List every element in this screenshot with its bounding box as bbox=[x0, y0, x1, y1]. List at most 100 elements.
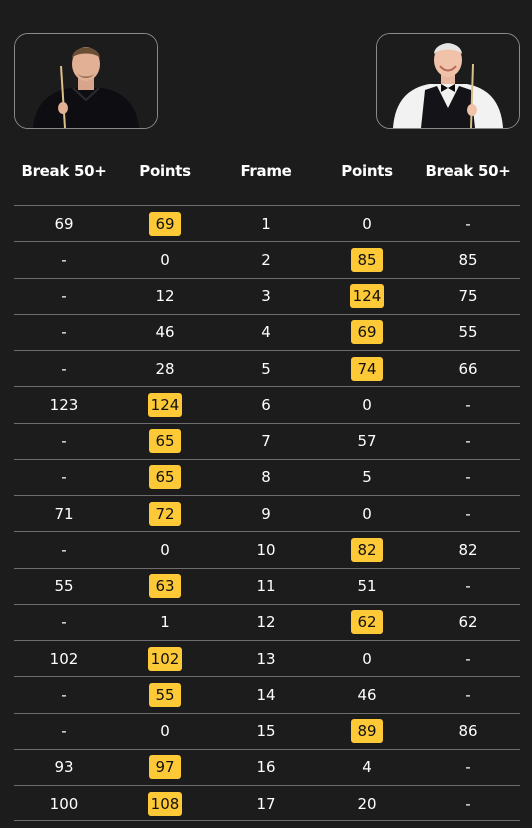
table-row: - 55 14 46 - bbox=[14, 676, 520, 712]
player-left-photo bbox=[14, 33, 158, 129]
left-points-cell: 63 bbox=[115, 569, 215, 605]
frame-number: 8 bbox=[261, 468, 271, 487]
left-break-cell: - bbox=[14, 714, 114, 750]
left-points-cell: 0 bbox=[115, 714, 215, 750]
frame-number-cell: 13 bbox=[216, 641, 316, 677]
frame-number: 3 bbox=[261, 287, 271, 305]
frame-number: 14 bbox=[256, 685, 276, 704]
frame-number-cell: 5 bbox=[216, 351, 316, 387]
left-break: 123 bbox=[49, 395, 79, 414]
frame-number: 12 bbox=[256, 613, 276, 632]
left-break: 71 bbox=[54, 504, 74, 523]
frame-number-cell: 17 bbox=[216, 786, 316, 822]
right-break: 86 bbox=[458, 722, 478, 740]
left-points-cell: 65 bbox=[115, 424, 215, 460]
left-points-cell: 72 bbox=[115, 496, 215, 532]
left-points-winner-badge: 72 bbox=[149, 501, 181, 526]
right-break-cell: 66 bbox=[418, 351, 518, 387]
right-break: 66 bbox=[458, 359, 478, 378]
left-points-cell: 108 bbox=[115, 786, 215, 822]
table-row: 100 108 17 20 - bbox=[14, 785, 520, 822]
right-break-cell: - bbox=[418, 641, 518, 677]
table-row: - 65 7 57 - bbox=[14, 422, 520, 460]
left-break-cell: - bbox=[14, 351, 114, 387]
frame-number-cell: 1 bbox=[216, 206, 316, 242]
left-points-cell: 0 bbox=[115, 532, 215, 568]
left-break-cell: - bbox=[14, 242, 114, 278]
right-points-cell: 62 bbox=[317, 605, 417, 641]
left-points-cell: 65 bbox=[115, 460, 215, 496]
right-points-winner-badge: 62 bbox=[351, 610, 383, 635]
frame-number-cell: 9 bbox=[216, 496, 316, 532]
frame-number: 7 bbox=[261, 432, 271, 450]
frame-number-cell: 3 bbox=[216, 279, 316, 315]
frame-number: 10 bbox=[256, 540, 276, 559]
table-row: - 46 4 69 55 bbox=[14, 313, 520, 351]
right-points: 0 bbox=[362, 504, 372, 523]
left-break-cell: - bbox=[14, 315, 114, 351]
right-break: - bbox=[465, 649, 471, 668]
frame-number: 5 bbox=[261, 359, 271, 378]
left-break-cell: - bbox=[14, 460, 114, 496]
right-break-cell: - bbox=[418, 750, 518, 786]
frame-number-cell: 14 bbox=[216, 677, 316, 713]
left-break: - bbox=[61, 287, 67, 305]
left-break-cell: 102 bbox=[14, 641, 114, 677]
table-row: 93 97 16 4 - bbox=[14, 748, 520, 786]
left-break: - bbox=[61, 540, 67, 559]
left-points-cell: 55 bbox=[115, 677, 215, 713]
right-points-cell: 69 bbox=[317, 315, 417, 351]
right-points: 51 bbox=[357, 577, 377, 595]
right-points-cell: 57 bbox=[317, 424, 417, 460]
frame-number-cell: 7 bbox=[216, 424, 316, 460]
left-points: 0 bbox=[160, 722, 170, 740]
right-points-cell: 124 bbox=[317, 279, 417, 315]
header-right-points: Points bbox=[341, 162, 393, 180]
left-points: 12 bbox=[155, 287, 175, 305]
left-points-cell: 102 bbox=[115, 641, 215, 677]
right-points-cell: 5 bbox=[317, 460, 417, 496]
left-break-cell: 55 bbox=[14, 569, 114, 605]
left-break: - bbox=[61, 468, 67, 487]
right-points-cell: 20 bbox=[317, 786, 417, 822]
right-break-cell: - bbox=[418, 206, 518, 242]
right-points: 5 bbox=[362, 468, 372, 487]
table-row: - 0 2 85 85 bbox=[14, 241, 520, 277]
right-points-cell: 0 bbox=[317, 206, 417, 242]
frame-number: 11 bbox=[256, 577, 276, 595]
right-points-winner-badge: 124 bbox=[349, 284, 385, 308]
left-points-winner-badge: 65 bbox=[149, 465, 181, 490]
left-points-winner-badge: 102 bbox=[147, 646, 183, 671]
left-points-winner-badge: 63 bbox=[149, 574, 181, 598]
frame-number: 15 bbox=[256, 722, 276, 740]
right-points: 0 bbox=[362, 395, 372, 414]
right-points: 4 bbox=[362, 758, 372, 777]
right-points-cell: 0 bbox=[317, 641, 417, 677]
frame-number: 6 bbox=[261, 395, 271, 414]
left-points-winner-badge: 97 bbox=[149, 755, 181, 780]
right-break-cell: - bbox=[418, 677, 518, 713]
right-points-cell: 46 bbox=[317, 677, 417, 713]
right-break: 55 bbox=[458, 323, 478, 342]
left-break: - bbox=[61, 250, 67, 269]
frame-number-cell: 15 bbox=[216, 714, 316, 750]
right-break: 82 bbox=[458, 540, 478, 559]
left-break: - bbox=[61, 432, 67, 450]
right-break: - bbox=[465, 758, 471, 777]
right-break-cell: 86 bbox=[418, 714, 518, 750]
left-points-cell: 124 bbox=[115, 387, 215, 423]
left-points: 0 bbox=[160, 250, 170, 269]
right-break: - bbox=[465, 214, 471, 233]
left-points: 46 bbox=[155, 323, 175, 342]
left-points-cell: 28 bbox=[115, 351, 215, 387]
player-right-image bbox=[377, 34, 519, 128]
right-points-winner-badge: 74 bbox=[351, 356, 383, 381]
right-break: 85 bbox=[458, 250, 478, 269]
right-break: - bbox=[465, 577, 471, 595]
left-points-cell: 0 bbox=[115, 242, 215, 278]
right-points: 46 bbox=[357, 685, 377, 704]
right-points-cell: 0 bbox=[317, 387, 417, 423]
frame-number-cell: 6 bbox=[216, 387, 316, 423]
right-points: 20 bbox=[357, 794, 377, 813]
right-break-cell: 85 bbox=[418, 242, 518, 278]
